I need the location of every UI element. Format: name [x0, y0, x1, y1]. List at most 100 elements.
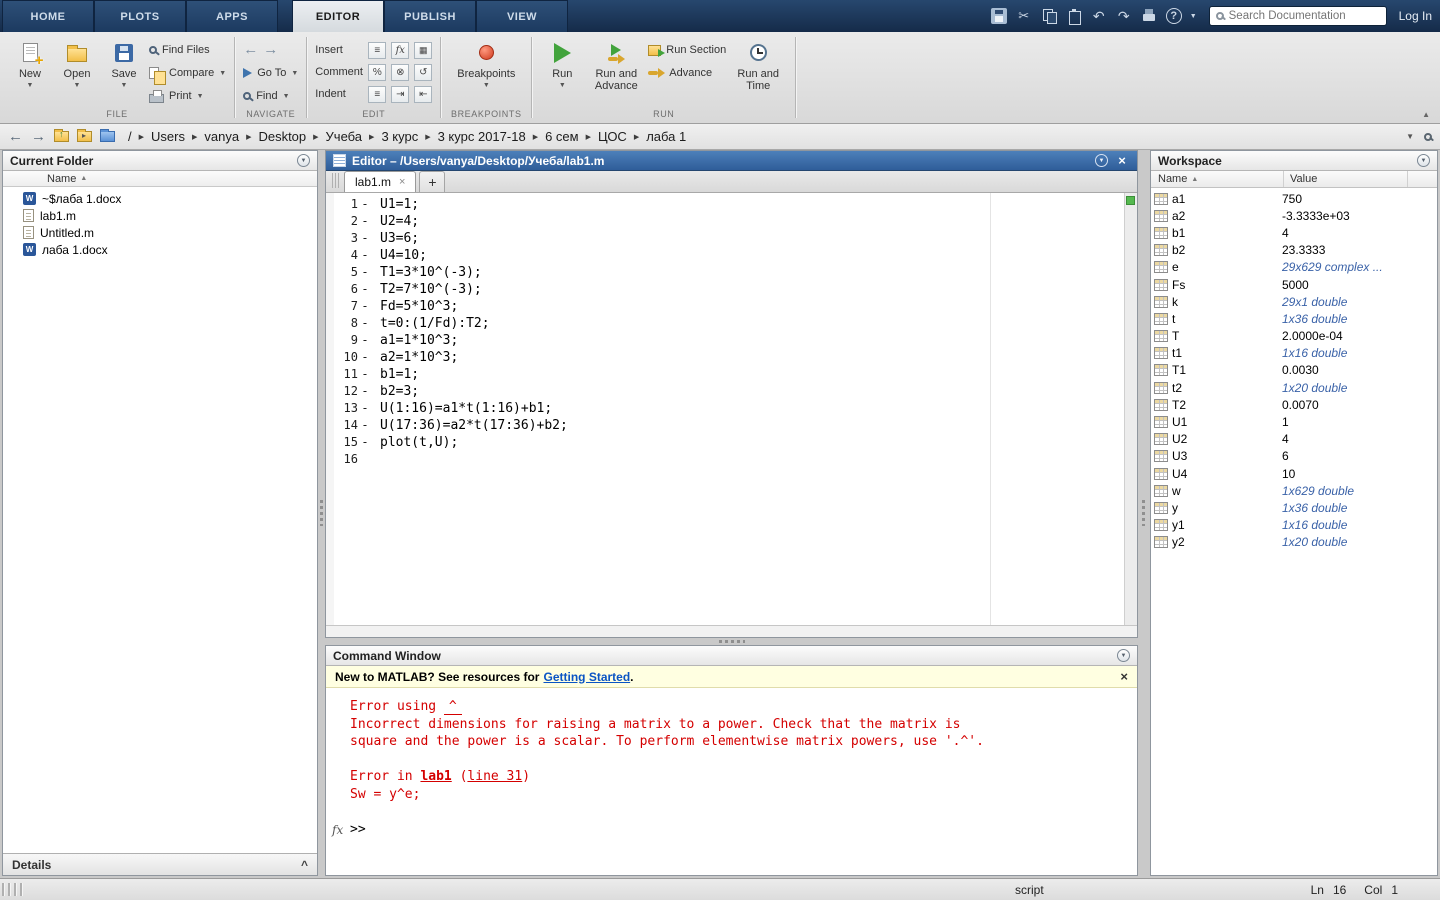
file-row[interactable]: Untitled.m: [3, 224, 317, 241]
file-row[interactable]: lab1.m: [3, 207, 317, 224]
workspace-variable-row[interactable]: U4 10: [1151, 465, 1437, 482]
getting-started-link[interactable]: Getting Started: [543, 670, 630, 684]
editor-menu-button[interactable]: ▼: [1095, 154, 1108, 167]
workspace-variable-row[interactable]: T1 0.0030: [1151, 362, 1437, 379]
workspace-variable-row[interactable]: w 1x629 double: [1151, 482, 1437, 499]
breadcrumb-segment[interactable]: /▶: [127, 129, 150, 144]
workspace-variable-row[interactable]: y 1x36 double: [1151, 499, 1437, 516]
find-button[interactable]: Find ▼: [243, 86, 298, 106]
breadcrumb-segment[interactable]: Desktop▶: [257, 129, 324, 144]
center-splitter[interactable]: [325, 638, 1138, 645]
ribbon-tab[interactable]: PLOTS: [94, 0, 186, 32]
search-documentation-input[interactable]: [1229, 10, 1383, 22]
undo-icon[interactable]: [1091, 8, 1107, 24]
breadcrumb-segment[interactable]: лаба 1▶: [645, 129, 687, 144]
insert-function-button[interactable]: fx: [391, 42, 409, 59]
forward-arrow-icon[interactable]: →: [31, 128, 46, 145]
workspace-variable-row[interactable]: e 29x629 complex ...: [1151, 259, 1437, 276]
save-icon[interactable]: [991, 8, 1007, 24]
name-column-header[interactable]: Name ▲: [3, 171, 317, 187]
workspace-variable-row[interactable]: b2 23.3333: [1151, 242, 1437, 259]
new-button[interactable]: New ▼: [8, 37, 52, 89]
run-and-advance-button[interactable]: Run and Advance: [587, 37, 645, 92]
workspace-variable-row[interactable]: a1 750: [1151, 190, 1437, 207]
ribbon-tab[interactable]: APPS: [186, 0, 278, 32]
insert-block-icon[interactable]: [414, 42, 432, 59]
new-tab-button[interactable]: +: [419, 171, 445, 192]
insert-code-icon[interactable]: [368, 42, 386, 59]
workspace-variable-row[interactable]: t2 1x20 double: [1151, 379, 1437, 396]
breadcrumb-segment[interactable]: 3 курс 2017-18▶: [437, 129, 544, 144]
resize-grip[interactable]: [2, 883, 26, 896]
workspace-variable-row[interactable]: t 1x36 double: [1151, 310, 1437, 327]
workspace-variable-row[interactable]: b1 4: [1151, 224, 1437, 241]
address-history-chevron-icon[interactable]: ▼: [1406, 132, 1414, 141]
tab-close-icon[interactable]: ×: [399, 176, 405, 188]
workspace-value-column-header[interactable]: Value: [1284, 171, 1408, 187]
file-row[interactable]: ~$лаба 1.docx: [3, 190, 317, 207]
editor-tab-lab1[interactable]: lab1.m ×: [344, 171, 416, 192]
command-input-area[interactable]: Error using ^ Incorrect dimensions for r…: [326, 688, 1137, 875]
breadcrumb-segment[interactable]: Users▶: [150, 129, 203, 144]
file-row[interactable]: лаба 1.docx: [3, 241, 317, 258]
help-icon[interactable]: [1166, 8, 1182, 24]
uncomment-icon[interactable]: [391, 64, 409, 81]
workspace-variable-row[interactable]: k 29x1 double: [1151, 293, 1437, 310]
workspace-variable-row[interactable]: y1 1x16 double: [1151, 517, 1437, 534]
right-splitter[interactable]: [1140, 150, 1147, 876]
workspace-variable-row[interactable]: y2 1x20 double: [1151, 534, 1437, 551]
back-arrow-icon[interactable]: ←: [243, 43, 258, 57]
forward-arrow-icon[interactable]: →: [263, 43, 278, 57]
workspace-variable-row[interactable]: a2 -3.3333e+03: [1151, 207, 1437, 224]
banner-close-button[interactable]: ×: [1120, 669, 1128, 684]
address-search-icon[interactable]: [1424, 133, 1432, 141]
current-folder-icon[interactable]: [100, 131, 115, 142]
panel-menu-button[interactable]: ▼: [297, 154, 310, 167]
back-arrow-icon[interactable]: ←: [8, 128, 23, 145]
panel-menu-button[interactable]: ▼: [1417, 154, 1430, 167]
error-file-link[interactable]: lab1: [420, 769, 451, 784]
cut-icon[interactable]: [1016, 8, 1032, 24]
editor-close-button[interactable]: ×: [1114, 153, 1130, 168]
run-section-button[interactable]: Run Section: [648, 40, 726, 60]
workspace-variable-row[interactable]: t1 1x16 double: [1151, 345, 1437, 362]
go-to-button[interactable]: Go To ▼: [243, 63, 298, 83]
run-button[interactable]: Run ▼: [540, 37, 584, 89]
details-bar[interactable]: Details ^: [3, 853, 317, 875]
run-and-time-button[interactable]: Run and Time: [729, 37, 787, 92]
error-caret-link[interactable]: ^: [444, 699, 462, 715]
breadcrumb-segment[interactable]: 3 курс▶: [380, 129, 436, 144]
horizontal-scrollbar[interactable]: [326, 625, 1137, 637]
breadcrumb-segment[interactable]: 6 сем▶: [544, 129, 597, 144]
smart-indent-icon[interactable]: [368, 86, 386, 103]
folder-up-icon[interactable]: [54, 131, 69, 142]
workspace-variable-row[interactable]: T 2.0000e-04: [1151, 328, 1437, 345]
ribbon-tab[interactable]: PUBLISH: [384, 0, 476, 32]
breadcrumb-segment[interactable]: ЦОС▶: [597, 129, 645, 144]
comment-button[interactable]: %: [368, 64, 386, 81]
copy-icon[interactable]: [1041, 8, 1057, 24]
search-documentation-box[interactable]: [1209, 6, 1387, 26]
workspace-variable-row[interactable]: T2 0.0070: [1151, 396, 1437, 413]
print-button[interactable]: Print ▼: [149, 86, 226, 106]
folder-browse-icon[interactable]: [77, 131, 92, 142]
ribbon-collapse-button[interactable]: ▲: [1422, 110, 1430, 119]
redo-icon[interactable]: [1116, 8, 1132, 24]
breadcrumb-segment[interactable]: Учеба▶: [325, 129, 381, 144]
open-button[interactable]: Open ▼: [55, 37, 99, 89]
code-editor[interactable]: 1 - U1=1; 2 - U2=4;: [334, 193, 1124, 625]
indent-left-icon[interactable]: [414, 86, 432, 103]
ribbon-tab[interactable]: VIEW: [476, 0, 568, 32]
message-indicator-bar[interactable]: [1124, 193, 1137, 625]
ribbon-tab[interactable]: EDITOR: [292, 0, 384, 32]
breakpoint-margin[interactable]: [326, 193, 334, 625]
error-line-link[interactable]: line 31: [467, 769, 522, 784]
workspace-variable-row[interactable]: U1 1: [1151, 413, 1437, 430]
workspace-variable-row[interactable]: U2 4: [1151, 431, 1437, 448]
compare-button[interactable]: Compare ▼: [149, 63, 226, 83]
print-icon[interactable]: [1141, 8, 1157, 24]
wrap-comments-icon[interactable]: [414, 64, 432, 81]
breakpoints-button[interactable]: Breakpoints ▼: [449, 37, 523, 89]
tab-grip[interactable]: [332, 173, 339, 188]
ribbon-tab[interactable]: HOME: [2, 0, 94, 32]
